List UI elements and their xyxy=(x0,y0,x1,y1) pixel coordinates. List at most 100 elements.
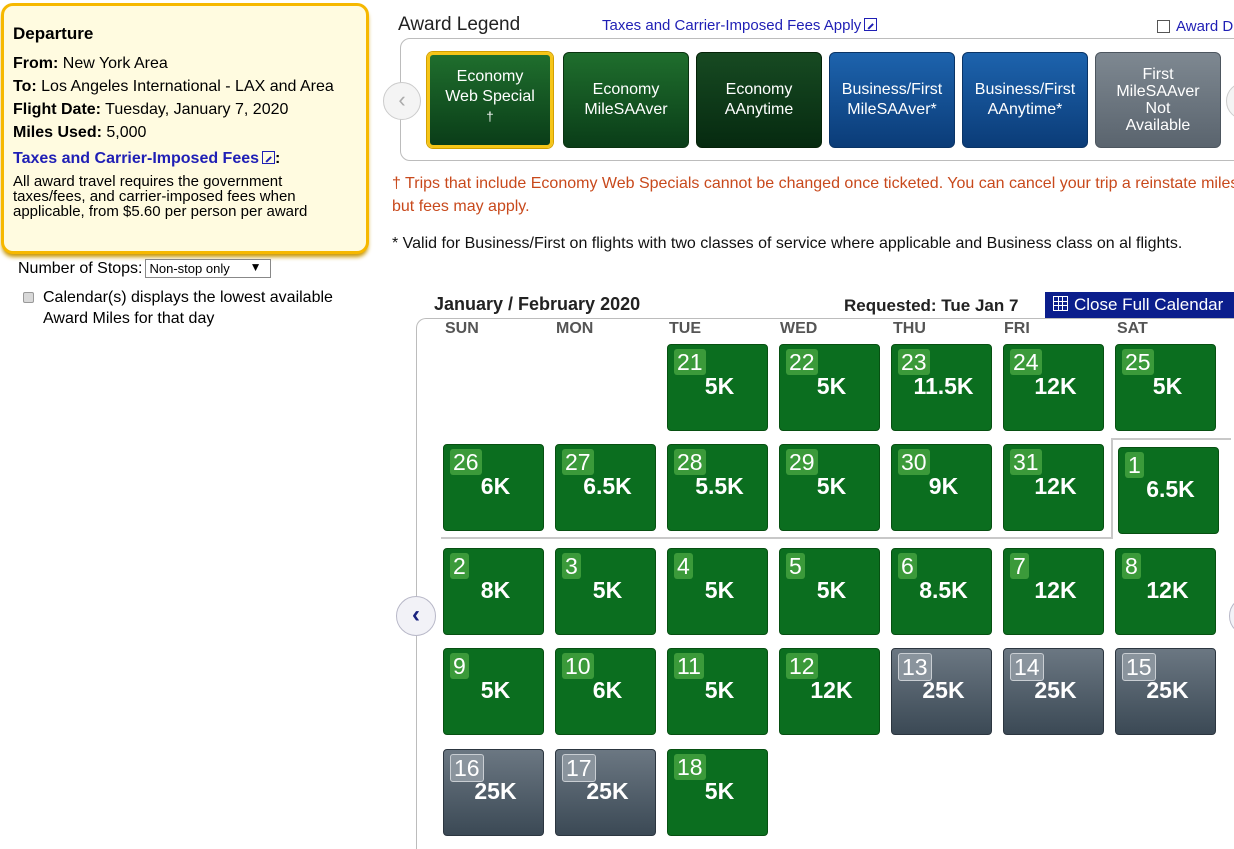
day-number: 5 xyxy=(786,553,805,579)
day-number: 31 xyxy=(1010,449,1042,475)
calendar-day[interactable]: 1 6.5K xyxy=(1118,447,1219,534)
day-number: 3 xyxy=(562,553,581,579)
calendar-day[interactable]: 2 8K xyxy=(443,548,544,635)
day-miles: 12K xyxy=(1034,577,1077,603)
requested-date: Requested: Tue Jan 7 xyxy=(844,296,1019,315)
day-miles: 5K xyxy=(816,473,847,499)
fees-link[interactable]: Taxes and Carrier-Imposed Fees xyxy=(13,150,259,167)
january-boundary-top xyxy=(1111,438,1231,440)
calendar-day[interactable]: 4 5K xyxy=(667,548,768,635)
calendar-day[interactable]: 27 6.5K xyxy=(555,444,656,531)
legend-economy-web-special[interactable]: Economy Web Special † xyxy=(427,52,553,148)
calendar-title: January / February 2020 xyxy=(434,294,641,314)
web-special-notice: † Trips that include Economy Web Special… xyxy=(392,175,1234,215)
weekday-sun: SUN xyxy=(445,320,479,337)
calendar-day[interactable]: 15 25K xyxy=(1115,648,1216,735)
calendar-day[interactable]: 11 5K xyxy=(667,648,768,735)
day-miles: 25K xyxy=(1146,677,1189,703)
business-first-notice: * Valid for Business/First on flights wi… xyxy=(392,235,1183,252)
legend-prev-button[interactable]: ‹ xyxy=(383,82,421,120)
weekday-fri: FRI xyxy=(1004,320,1030,337)
calendar-day[interactable]: 22 5K xyxy=(779,344,880,431)
day-number: 6 xyxy=(898,553,917,579)
external-link-icon[interactable] xyxy=(262,151,276,164)
award-link[interactable]: Award D xyxy=(1157,18,1233,35)
calendar-day[interactable]: 28 5.5K xyxy=(667,444,768,531)
calendar-day[interactable]: 7 12K xyxy=(1003,548,1104,635)
day-number: 22 xyxy=(786,349,818,375)
weekday-wed: WED xyxy=(780,320,818,337)
from-value: New York Area xyxy=(62,55,168,72)
departure-panel: Departure From: New York Area To: Los An… xyxy=(1,3,369,254)
day-miles: 25K xyxy=(586,778,629,804)
calendar-day[interactable]: 30 9K xyxy=(891,444,992,531)
calendar-day[interactable]: 24 12K xyxy=(1003,344,1104,431)
day-miles: 6K xyxy=(592,677,623,703)
day-miles: 5.5K xyxy=(695,473,744,499)
day-miles: 5K xyxy=(592,577,623,603)
calendar-day[interactable]: 12 12K xyxy=(779,648,880,735)
day-miles: 12K xyxy=(1034,373,1077,399)
fees-note: All award travel requires the government… xyxy=(13,173,308,220)
to-row: To: Los Angeles International - LAX and … xyxy=(13,78,334,95)
day-number: 23 xyxy=(898,349,930,375)
chevron-left-icon: ‹ xyxy=(412,601,420,628)
calendar-day[interactable]: 23 11.5K xyxy=(891,344,992,431)
day-number: 7 xyxy=(1010,553,1029,579)
day-number: 25 xyxy=(1122,349,1154,375)
calendar-day[interactable]: 5 5K xyxy=(779,548,880,635)
legend-economy-aanytime[interactable]: Economy AAnytime xyxy=(696,52,822,148)
calendar-day[interactable]: 14 25K xyxy=(1003,648,1104,735)
day-number: 8 xyxy=(1122,553,1141,579)
day-miles: 5K xyxy=(816,373,847,399)
day-miles: 5K xyxy=(480,677,511,703)
day-number: 29 xyxy=(786,449,818,475)
legend-title: Award Legend xyxy=(398,14,521,35)
day-miles: 12K xyxy=(1034,473,1077,499)
weekday-thu: THU xyxy=(893,320,926,337)
calendar-note: Calendar(s) displays the lowest availabl… xyxy=(23,287,353,329)
legend-first-not-available[interactable]: First MileSAAver Not Available xyxy=(1095,52,1221,148)
weekday-tue: TUE xyxy=(669,320,701,337)
taxes-fees-link[interactable]: Taxes and Carrier-Imposed Fees Apply xyxy=(602,17,878,34)
day-miles: 12K xyxy=(810,677,853,703)
calendar-prev-button[interactable]: ‹ xyxy=(396,596,436,636)
day-number: 2 xyxy=(450,553,469,579)
calendar-day[interactable]: 3 5K xyxy=(555,548,656,635)
calendar-day[interactable]: 25 5K xyxy=(1115,344,1216,431)
calendar-day[interactable]: 21 5K xyxy=(667,344,768,431)
day-number: 30 xyxy=(898,449,930,475)
day-miles: 25K xyxy=(474,778,517,804)
day-number: 28 xyxy=(674,449,706,475)
day-miles: 6.5K xyxy=(1146,476,1195,502)
day-miles: 25K xyxy=(1034,677,1077,703)
calendar-day[interactable]: 17 25K xyxy=(555,749,656,836)
calendar-day[interactable]: 13 25K xyxy=(891,648,992,735)
calendar-day[interactable]: 8 12K xyxy=(1115,548,1216,635)
day-miles: 11.5K xyxy=(913,373,974,399)
close-full-calendar-button[interactable]: Close Full Calendar xyxy=(1045,292,1234,318)
calendar-day[interactable]: 31 12K xyxy=(1003,444,1104,531)
day-number: 26 xyxy=(450,449,482,475)
day-number: 9 xyxy=(450,653,469,679)
day-number: 11 xyxy=(674,653,704,679)
date-row: Flight Date: Tuesday, January 7, 2020 xyxy=(13,101,289,118)
calendar-day[interactable]: 29 5K xyxy=(779,444,880,531)
calendar-day[interactable]: 16 25K xyxy=(443,749,544,836)
miles-value: 5,000 xyxy=(106,124,147,141)
bullet-icon xyxy=(23,292,34,303)
calendar-day[interactable]: 10 6K xyxy=(555,648,656,735)
calendar-day[interactable]: 18 5K xyxy=(667,749,768,836)
stops-select[interactable]: Non-stop only ▼ xyxy=(144,259,271,278)
calendar-day[interactable]: 6 8.5K xyxy=(891,548,992,635)
calendar-day[interactable]: 26 6K xyxy=(443,444,544,531)
fees-link-row: Taxes and Carrier-Imposed Fees: xyxy=(13,150,281,167)
calendar-day[interactable]: 9 5K xyxy=(443,648,544,735)
from-row: From: New York Area xyxy=(13,55,168,72)
legend-business-milesaaver[interactable]: Business/First MileSAAver* xyxy=(829,52,955,148)
departure-title: Departure xyxy=(13,24,94,43)
legend-business-aanytime[interactable]: Business/First AAnytime* xyxy=(962,52,1088,148)
stops-filter: Number of Stops: Non-stop only ▼ xyxy=(18,259,271,278)
external-link-icon[interactable] xyxy=(864,18,878,31)
legend-economy-milesaaver[interactable]: Economy MileSAAver xyxy=(563,52,689,148)
